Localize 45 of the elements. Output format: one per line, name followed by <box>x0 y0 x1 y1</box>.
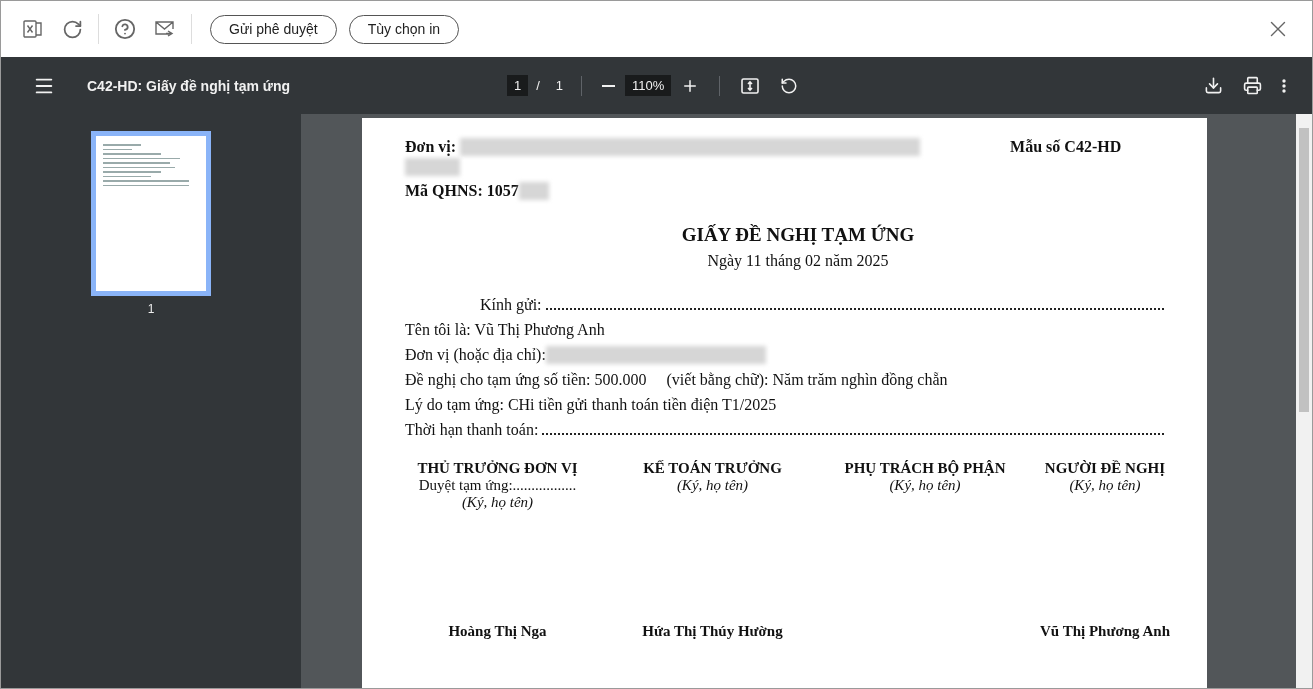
minus-icon <box>602 84 616 87</box>
signature-hint: (Ký, họ tên) <box>1069 477 1141 495</box>
print-icon <box>1243 76 1262 95</box>
page-total: 1 <box>555 78 564 93</box>
field-label: Đơn vị (hoặc địa chỉ): <box>405 345 546 364</box>
signature-hint: (Ký, họ tên) <box>676 477 749 495</box>
redacted-block <box>405 158 460 177</box>
signature-title: KẾ TOÁN TRƯỞNG <box>643 460 782 478</box>
form-text: Đề nghị cho tạm ứng số tiền: 500.000 <box>405 370 647 389</box>
page-separator: / <box>536 78 540 93</box>
unit-label: Đơn vị: <box>405 138 457 156</box>
more-icon <box>1282 78 1286 93</box>
toolbar-button[interactable]: Gửi phê duyệt <box>210 14 337 44</box>
signature-hint: (Ký, họ tên) <box>461 494 534 512</box>
signer-name: Hoàng Thị Nga <box>448 623 547 641</box>
field-label: Thời hạn thanh toán: <box>405 420 539 439</box>
form-code: Mẫu số C42-HD <box>1010 138 1122 156</box>
signature-title: PHỤ TRÁCH BỘ PHẬN <box>844 460 1006 478</box>
thumbnail-label: 1 <box>147 302 155 316</box>
form-text: Lý do tạm ứng: CHi tiền gửi thanh toán tiền điện T1/2025 <box>405 395 777 414</box>
signature-title: NGƯỜI ĐỀ NGHỊ <box>1044 460 1166 478</box>
spreadsheet-icon <box>22 18 44 40</box>
scrollbar-thumb[interactable] <box>1299 128 1309 412</box>
redacted-block <box>518 182 549 201</box>
zoom-field[interactable]: 110% <box>625 75 672 96</box>
form-title: GIẤY ĐỀ NGHỊ TẠM ỨNG <box>680 224 916 247</box>
approval-text: Duyệt tạm ứng:................. <box>418 477 577 495</box>
form-text: (viết bằng chữ): Năm trăm nghìn đồng chẵn <box>666 370 948 389</box>
page-number-field[interactable]: 1 <box>507 75 529 96</box>
page-thumbnail[interactable] <box>91 131 211 296</box>
form-text: Tên tôi là: Vũ Thị Phương Anh <box>405 320 605 339</box>
refresh-icon <box>62 18 83 40</box>
document-title: C42-HD: Giấy đề nghị tạm ứng <box>87 77 292 94</box>
download-icon <box>1204 76 1223 95</box>
qhns-label: Mã QHNS: 1057 <box>405 182 519 201</box>
rotate-icon <box>780 76 799 95</box>
form-date: Ngày 11 tháng 02 năm 2025 <box>706 252 890 271</box>
fit-page-icon <box>740 75 761 96</box>
help-icon <box>114 18 136 40</box>
signature-title: THỦ TRƯỞNG ĐƠN VỊ <box>417 460 578 478</box>
toolbar-button[interactable]: Tùy chọn in <box>348 14 460 44</box>
field-label: Kính gửi: <box>480 295 542 314</box>
signer-name: Hứa Thị Thúy Hường <box>642 623 783 641</box>
signature-hint: (Ký, họ tên) <box>889 477 961 495</box>
signer-name: Vũ Thị Phương Anh <box>1040 623 1170 641</box>
